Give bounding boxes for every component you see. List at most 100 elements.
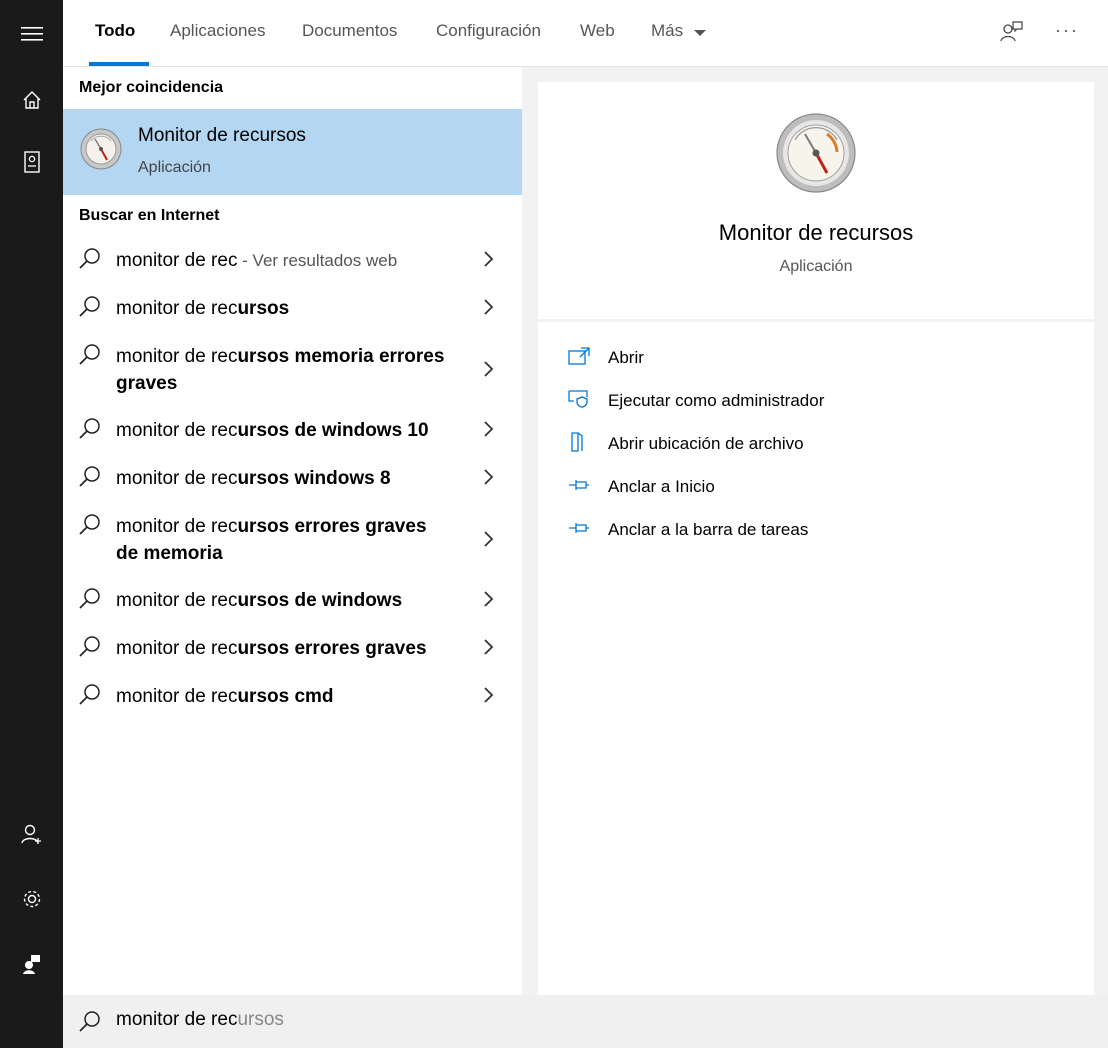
tab-todo[interactable]: Todo bbox=[89, 0, 150, 66]
settings-icon[interactable] bbox=[0, 875, 63, 923]
preview-app-name: Monitor de recursos bbox=[718, 220, 914, 245]
suggestion-completion: ursos bbox=[237, 298, 290, 319]
suggestion-typed: monitor de rec bbox=[116, 420, 238, 441]
search-typed-text: monitor de rec bbox=[116, 1009, 238, 1030]
tab-label: Web bbox=[580, 21, 615, 40]
home-icon[interactable] bbox=[0, 76, 63, 124]
resource-monitor-large-icon bbox=[775, 112, 857, 194]
action-label: Abrir bbox=[608, 348, 644, 367]
chevron-right-icon[interactable] bbox=[481, 530, 495, 553]
suggestion-completion: ursos errores graves bbox=[237, 638, 427, 659]
web-suggestion-item[interactable]: monitor de recursos windows 8 bbox=[63, 465, 522, 497]
action-run-as-admin[interactable]: Ejecutar como administrador bbox=[568, 386, 824, 416]
suggestion-text: monitor de recursos windows 8 bbox=[116, 465, 446, 492]
search-icon bbox=[79, 587, 101, 614]
preview-app-type: Aplicación bbox=[779, 258, 853, 275]
web-suggestion-item[interactable]: monitor de recursos errores graves de me… bbox=[63, 513, 522, 573]
suggestion-typed: monitor de rec bbox=[116, 638, 238, 659]
section-title-web-search: Buscar en Internet bbox=[79, 207, 220, 224]
search-window: Todo Aplicaciones Documentos Configuraci… bbox=[63, 0, 1108, 1048]
pin-icon bbox=[568, 478, 590, 497]
chevron-right-icon[interactable] bbox=[481, 250, 495, 273]
feedback-hub-icon[interactable] bbox=[999, 20, 1023, 44]
tab-label: Más bbox=[651, 21, 684, 40]
suggestion-text: monitor de recursos errores graves de me… bbox=[116, 513, 446, 567]
suggestion-typed: monitor de rec bbox=[116, 516, 238, 537]
search-icon bbox=[79, 513, 101, 540]
action-label: Abrir ubicación de archivo bbox=[608, 434, 804, 453]
search-input[interactable]: monitor de recursos bbox=[116, 1009, 284, 1031]
search-icon bbox=[79, 465, 101, 492]
suggestion-typed: monitor de rec bbox=[116, 346, 238, 367]
suggestion-text: monitor de rec - Ver resultados web bbox=[116, 247, 446, 274]
action-open-file-location[interactable]: Abrir ubicación de archivo bbox=[568, 429, 804, 459]
tab-label: Todo bbox=[95, 21, 136, 40]
chevron-right-icon[interactable] bbox=[481, 638, 495, 661]
action-pin-start[interactable]: Anclar a Inicio bbox=[568, 472, 715, 502]
best-match-type: Aplicación bbox=[138, 159, 211, 176]
web-suggestion-item[interactable]: monitor de recursos bbox=[63, 295, 522, 327]
suggestion-text: monitor de recursos errores graves bbox=[116, 635, 446, 662]
tab-mas[interactable]: Más bbox=[651, 0, 706, 66]
chevron-right-icon[interactable] bbox=[481, 590, 495, 613]
suggestion-typed: monitor de rec bbox=[116, 298, 238, 319]
suggestion-typed: monitor de rec bbox=[116, 468, 238, 489]
web-suggestion-item[interactable]: monitor de recursos cmd bbox=[63, 683, 522, 715]
pin-icon bbox=[568, 521, 590, 540]
menu-icon[interactable] bbox=[0, 10, 63, 58]
best-match-item[interactable]: Monitor de recursos Aplicación bbox=[63, 109, 522, 195]
suggestion-text: monitor de recursos memoria errores grav… bbox=[116, 343, 446, 397]
suggestion-text: monitor de recursos de windows 10 bbox=[116, 417, 446, 444]
suggestion-completion: ursos windows 8 bbox=[237, 468, 391, 489]
search-autocomplete-text: ursos bbox=[237, 1009, 284, 1030]
action-pin-taskbar[interactable]: Anclar a la barra de tareas bbox=[568, 515, 808, 545]
chevron-right-icon[interactable] bbox=[481, 468, 495, 491]
section-title-best-match: Mejor coincidencia bbox=[79, 79, 224, 96]
search-box[interactable]: monitor de recursos bbox=[63, 995, 1108, 1048]
chevron-right-icon[interactable] bbox=[481, 686, 495, 709]
tab-configuracion[interactable]: Configuración bbox=[436, 0, 541, 66]
suggestion-completion: ursos cmd bbox=[237, 686, 334, 707]
notebook-icon[interactable] bbox=[0, 138, 63, 186]
action-label: Anclar a Inicio bbox=[608, 477, 715, 496]
web-suggestion-item[interactable]: monitor de recursos de windows bbox=[63, 587, 522, 619]
tab-aplicaciones[interactable]: Aplicaciones bbox=[170, 0, 265, 66]
suggestion-text: monitor de recursos de windows bbox=[116, 587, 446, 614]
more-options-icon[interactable]: ··· bbox=[1055, 20, 1081, 44]
tab-web[interactable]: Web bbox=[580, 0, 615, 66]
web-suggestion-item[interactable]: monitor de recursos de windows 10 bbox=[63, 417, 522, 449]
preview-pane: Monitor de recursos Aplicación Abrir Eje… bbox=[538, 82, 1094, 995]
suggestion-completion: ursos de windows 10 bbox=[237, 420, 429, 441]
search-icon bbox=[79, 683, 101, 710]
tab-documentos[interactable]: Documentos bbox=[302, 0, 397, 66]
search-icon bbox=[79, 247, 101, 274]
account-icon[interactable] bbox=[0, 810, 63, 858]
tab-label: Aplicaciones bbox=[170, 21, 266, 40]
web-suggestion-item[interactable]: monitor de rec - Ver resultados web bbox=[63, 247, 522, 279]
tab-label: Documentos bbox=[302, 21, 398, 40]
chevron-right-icon[interactable] bbox=[481, 360, 495, 383]
suggestion-completion: ursos de windows bbox=[237, 590, 403, 611]
action-label: Anclar a la barra de tareas bbox=[608, 520, 809, 539]
sidebar-rail bbox=[0, 0, 63, 1048]
chevron-right-icon[interactable] bbox=[481, 420, 495, 443]
shield-icon bbox=[568, 389, 590, 413]
suggestion-typed: monitor de rec bbox=[116, 590, 238, 611]
file-location-icon bbox=[568, 431, 590, 457]
chevron-right-icon[interactable] bbox=[481, 298, 495, 321]
tab-label: Configuración bbox=[436, 21, 541, 40]
web-suggestion-item[interactable]: monitor de recursos errores graves bbox=[63, 635, 522, 667]
web-suggestion-item[interactable]: monitor de recursos memoria errores grav… bbox=[63, 343, 522, 403]
action-label: Ejecutar como administrador bbox=[608, 391, 825, 410]
preview-actions: Abrir Ejecutar como administrador Abrir … bbox=[538, 322, 1094, 995]
action-open[interactable]: Abrir bbox=[568, 343, 644, 373]
search-icon bbox=[79, 295, 101, 322]
feedback-icon[interactable] bbox=[0, 940, 63, 988]
search-icon bbox=[79, 417, 101, 444]
results-panel: Mejor coincidencia Monitor de recursos A… bbox=[63, 67, 522, 995]
open-icon bbox=[568, 346, 590, 370]
active-tab-indicator bbox=[89, 62, 150, 66]
resource-monitor-app-icon bbox=[79, 127, 123, 171]
suggestion-text: monitor de recursos cmd bbox=[116, 683, 446, 710]
best-match-name: Monitor de recursos bbox=[138, 125, 306, 146]
